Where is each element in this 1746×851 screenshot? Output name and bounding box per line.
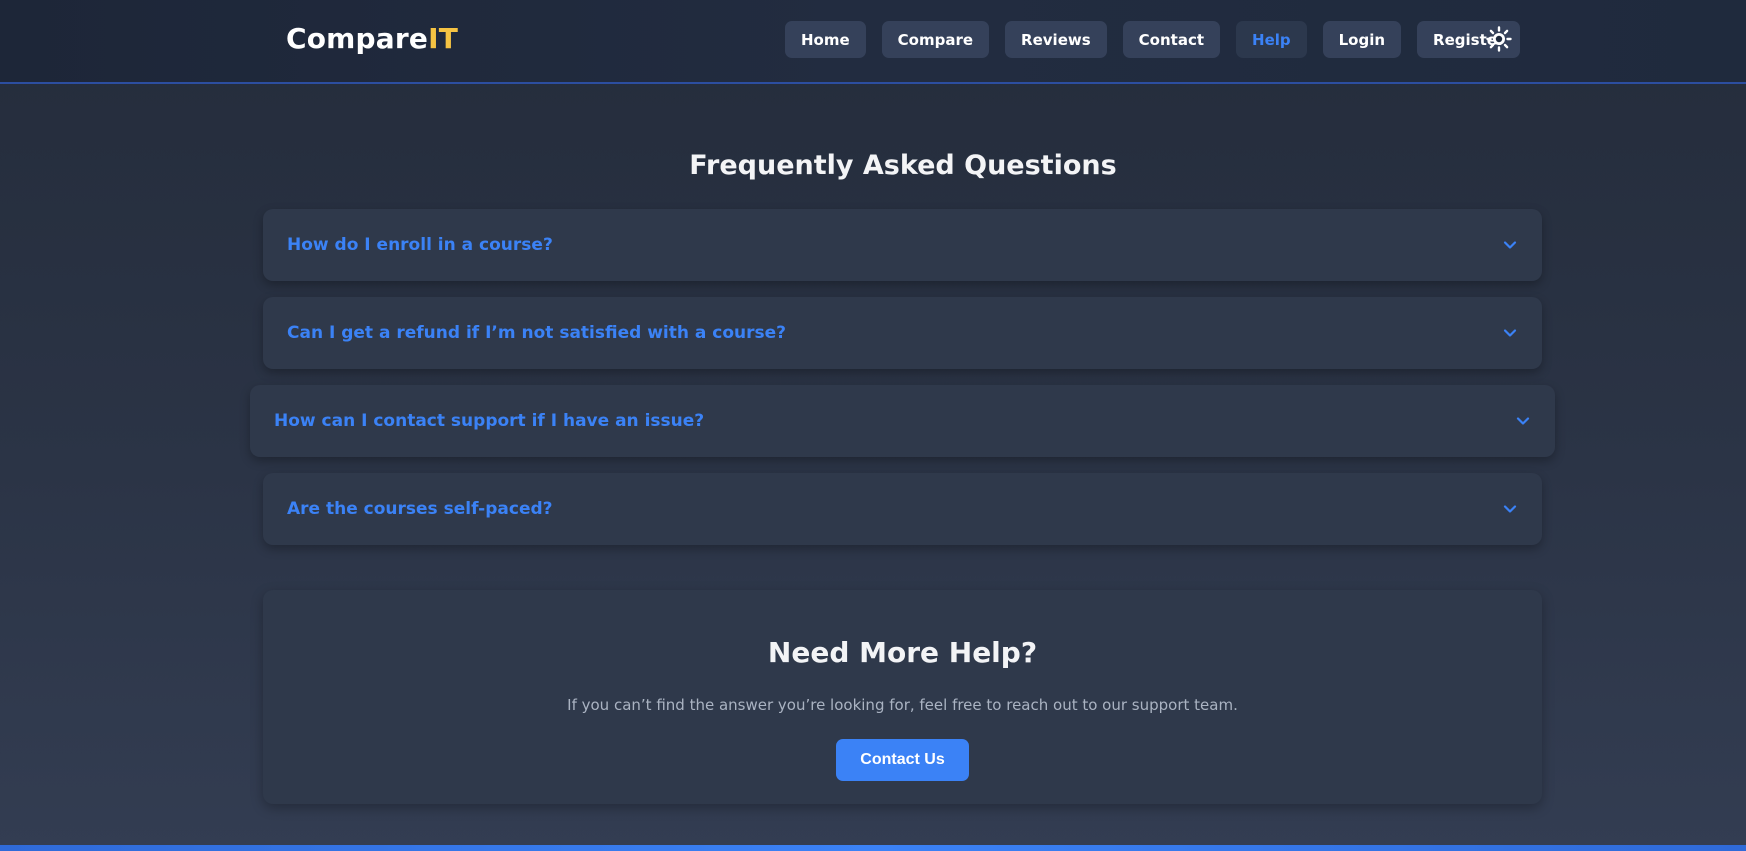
contact-us-button[interactable]: Contact Us: [836, 739, 969, 781]
site-logo[interactable]: CompareIT: [286, 22, 458, 55]
help-title: Need More Help?: [767, 636, 1038, 669]
chevron-down-icon: [1503, 505, 1517, 513]
chevron-down-icon: [1503, 329, 1517, 337]
faq-question: How can I contact support if I have an i…: [274, 411, 705, 431]
faq-question: Are the courses self-paced?: [287, 499, 553, 519]
main-nav: Home Compare Reviews Contact Help Login …: [785, 21, 1521, 58]
logo-accent: IT: [428, 22, 459, 55]
nav-contact-button[interactable]: Contact: [1122, 21, 1221, 58]
help-text: If you can’t find the answer you’re look…: [567, 696, 1238, 714]
logo-main: Compare: [286, 22, 429, 55]
site-header: CompareIT Home Compare Reviews Contact H…: [0, 0, 1746, 84]
sun-icon: [1486, 26, 1512, 52]
faq-item-enroll[interactable]: How do I enroll in a course?: [263, 209, 1542, 281]
faq-question: How do I enroll in a course?: [287, 235, 553, 255]
chevron-down-icon: [1516, 417, 1530, 425]
faq-title: Frequently Asked Questions: [689, 150, 1117, 181]
chevron-down-icon: [1503, 241, 1517, 249]
theme-toggle-button[interactable]: [1486, 26, 1512, 52]
faq-item-support[interactable]: How can I contact support if I have an i…: [250, 385, 1555, 457]
footer-accent-bar: [0, 845, 1746, 851]
faq-item-refund[interactable]: Can I get a refund if I’m not satisfied …: [263, 297, 1542, 369]
nav-help-button[interactable]: Help: [1236, 21, 1307, 58]
nav-reviews-button[interactable]: Reviews: [1005, 21, 1107, 58]
nav-login-button[interactable]: Login: [1322, 21, 1402, 58]
faq-question: Can I get a refund if I’m not satisfied …: [287, 323, 787, 343]
nav-compare-button[interactable]: Compare: [881, 21, 990, 58]
nav-home-button[interactable]: Home: [785, 21, 866, 58]
faq-item-self-paced[interactable]: Are the courses self-paced?: [263, 473, 1542, 545]
help-card: Need More Help? If you can’t find the an…: [263, 590, 1542, 804]
